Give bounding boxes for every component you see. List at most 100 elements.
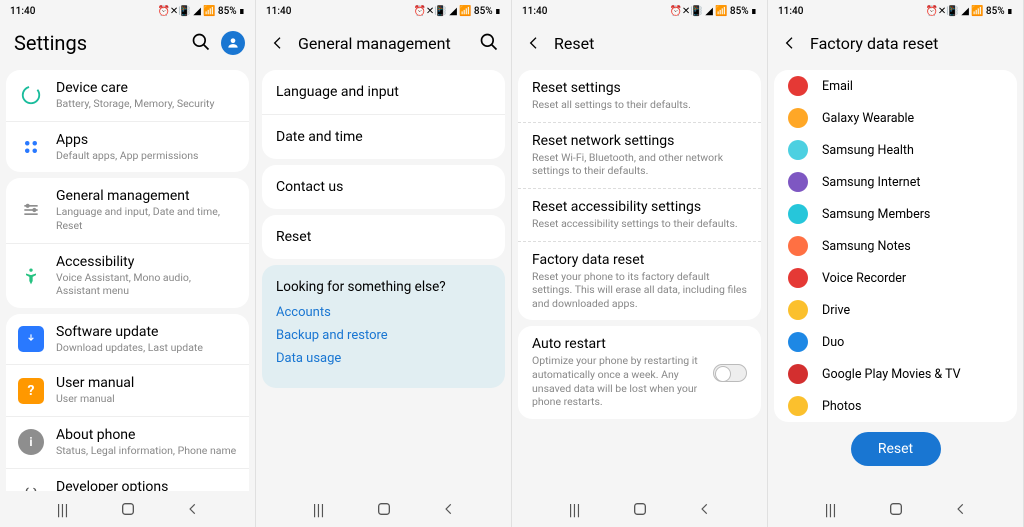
about-icon: i: [18, 429, 44, 455]
item-software-update[interactable]: Software updateDownload updates, Last up…: [6, 314, 249, 365]
looking-title: Looking for something else?: [276, 279, 491, 295]
item-date-time[interactable]: Date and time: [262, 114, 505, 159]
item-contact-us[interactable]: Contact us: [262, 165, 505, 209]
health-icon: [788, 140, 808, 160]
app-internet: Samsung Internet: [774, 166, 1017, 198]
app-notes: Samsung Notes: [774, 230, 1017, 262]
page-title: Settings: [10, 31, 191, 55]
phone-factory-reset: 11:40 ⏰✕📳 ◢ 📶 85%∎ Factory data reset Em…: [768, 0, 1024, 527]
wearable-icon: [788, 108, 808, 128]
nav-home[interactable]: [630, 499, 650, 519]
item-user-manual[interactable]: ? User manualUser manual: [6, 364, 249, 416]
app-wearable: Galaxy Wearable: [774, 102, 1017, 134]
navbar: |||: [0, 491, 255, 527]
phone-settings: 11:40 ⏰✕📳 ◢ 📶 85%∎ Settings Device careB…: [0, 0, 256, 527]
members-icon: [788, 204, 808, 224]
notes-icon: [788, 236, 808, 256]
internet-icon: [788, 172, 808, 192]
header: Reset: [512, 22, 767, 64]
app-members: Samsung Members: [774, 198, 1017, 230]
phone-reset: 11:40 ⏰✕📳 ◢ 📶 85%∎ Reset Reset settings …: [512, 0, 768, 527]
reset-list: Reset settings Reset all settings to the…: [512, 64, 767, 491]
link-accounts[interactable]: Accounts: [276, 305, 491, 320]
app-drive: Drive: [774, 294, 1017, 326]
item-device-care[interactable]: Device careBattery, Storage, Memory, Sec…: [6, 70, 249, 121]
reset-button[interactable]: Reset: [851, 432, 941, 466]
auto-restart-toggle[interactable]: [713, 364, 747, 382]
nav-recents[interactable]: |||: [53, 499, 73, 519]
gm-list: Language and input Date and time Contact…: [256, 64, 511, 491]
page-title: Factory data reset: [802, 34, 1013, 53]
search-icon[interactable]: [191, 32, 213, 54]
dev-icon: { }: [18, 481, 44, 491]
settings-list: Device careBattery, Storage, Memory, Sec…: [0, 64, 255, 491]
item-reset-settings[interactable]: Reset settings Reset all settings to the…: [518, 70, 761, 122]
item-developer-options[interactable]: { } Developer optionsDeveloper options: [6, 468, 249, 491]
navbar: |||: [256, 491, 511, 527]
app-photos: Photos: [774, 390, 1017, 422]
duo-icon: [788, 332, 808, 352]
item-general-management[interactable]: General managementLanguage and input, Da…: [6, 178, 249, 242]
nav-back[interactable]: [695, 499, 715, 519]
page-title: Reset: [546, 34, 757, 53]
nav-recents[interactable]: |||: [821, 499, 841, 519]
app-list: Email Galaxy Wearable Samsung Health Sam…: [774, 70, 1017, 422]
item-apps[interactable]: AppsDefault apps, App permissions: [6, 121, 249, 173]
app-duo: Duo: [774, 326, 1017, 358]
drive-icon: [788, 300, 808, 320]
item-factory-reset[interactable]: Factory data reset Reset your phone to i…: [518, 241, 761, 321]
item-reset[interactable]: Reset: [262, 215, 505, 259]
status-icons: ⏰✕📳 ◢ 📶 85%∎: [413, 6, 501, 17]
nav-home[interactable]: [374, 499, 394, 519]
update-icon: [18, 326, 44, 352]
photos-icon: [788, 396, 808, 416]
header: Settings: [0, 22, 255, 64]
app-recorder: Voice Recorder: [774, 262, 1017, 294]
item-reset-accessibility[interactable]: Reset accessibility settings Reset acces…: [518, 188, 761, 241]
statusbar: 11:40 ⏰✕📳 ◢ 📶 85%∎: [256, 0, 511, 22]
app-health: Samsung Health: [774, 134, 1017, 166]
status-time: 11:40: [10, 6, 35, 17]
nav-back[interactable]: [439, 499, 459, 519]
statusbar: 11:40 ⏰✕📳 ◢ 📶 85%∎: [768, 0, 1023, 22]
back-button[interactable]: [778, 31, 802, 55]
item-language-input[interactable]: Language and input: [262, 70, 505, 114]
header: Factory data reset: [768, 22, 1023, 64]
nav-back[interactable]: [951, 499, 971, 519]
movies-icon: [788, 364, 808, 384]
apps-icon: [18, 134, 44, 160]
link-backup[interactable]: Backup and restore: [276, 328, 491, 343]
status-time: 11:40: [522, 6, 547, 17]
navbar: |||: [768, 491, 1023, 527]
group-general: General managementLanguage and input, Da…: [6, 178, 249, 308]
recorder-icon: [788, 268, 808, 288]
general-icon: [18, 197, 44, 223]
link-data-usage[interactable]: Data usage: [276, 351, 491, 366]
nav-recents[interactable]: |||: [309, 499, 329, 519]
looking-card: Looking for something else? Accounts Bac…: [262, 265, 505, 388]
account-avatar[interactable]: [221, 31, 245, 55]
nav-home[interactable]: [118, 499, 138, 519]
group-device: Device careBattery, Storage, Memory, Sec…: [6, 70, 249, 172]
search-icon[interactable]: [479, 32, 501, 54]
item-accessibility[interactable]: AccessibilityVoice Assistant, Mono audio…: [6, 243, 249, 308]
accessibility-icon: [18, 263, 44, 289]
item-about-phone[interactable]: i About phoneStatus, Legal information, …: [6, 416, 249, 468]
device-care-icon: [18, 82, 44, 108]
nav-home[interactable]: [886, 499, 906, 519]
manual-icon: ?: [18, 378, 44, 404]
item-reset-network[interactable]: Reset network settings Reset Wi-Fi, Blue…: [518, 122, 761, 188]
status-icons: ⏰✕📳 ◢ 📶 85%∎: [925, 6, 1013, 17]
statusbar: 11:40 ⏰✕📳 ◢ 📶 85%∎: [0, 0, 255, 22]
header: General management: [256, 22, 511, 64]
status-icons: ⏰✕📳 ◢ 📶 85%∎: [157, 6, 245, 17]
back-button[interactable]: [266, 31, 290, 55]
item-auto-restart[interactable]: Auto restart Optimize your phone by rest…: [518, 326, 761, 419]
nav-back[interactable]: [183, 499, 203, 519]
back-button[interactable]: [522, 31, 546, 55]
app-movies: Google Play Movies & TV: [774, 358, 1017, 390]
status-icons: ⏰✕📳 ◢ 📶 85%∎: [669, 6, 757, 17]
page-title: General management: [290, 34, 479, 53]
nav-recents[interactable]: |||: [565, 499, 585, 519]
navbar: |||: [512, 491, 767, 527]
